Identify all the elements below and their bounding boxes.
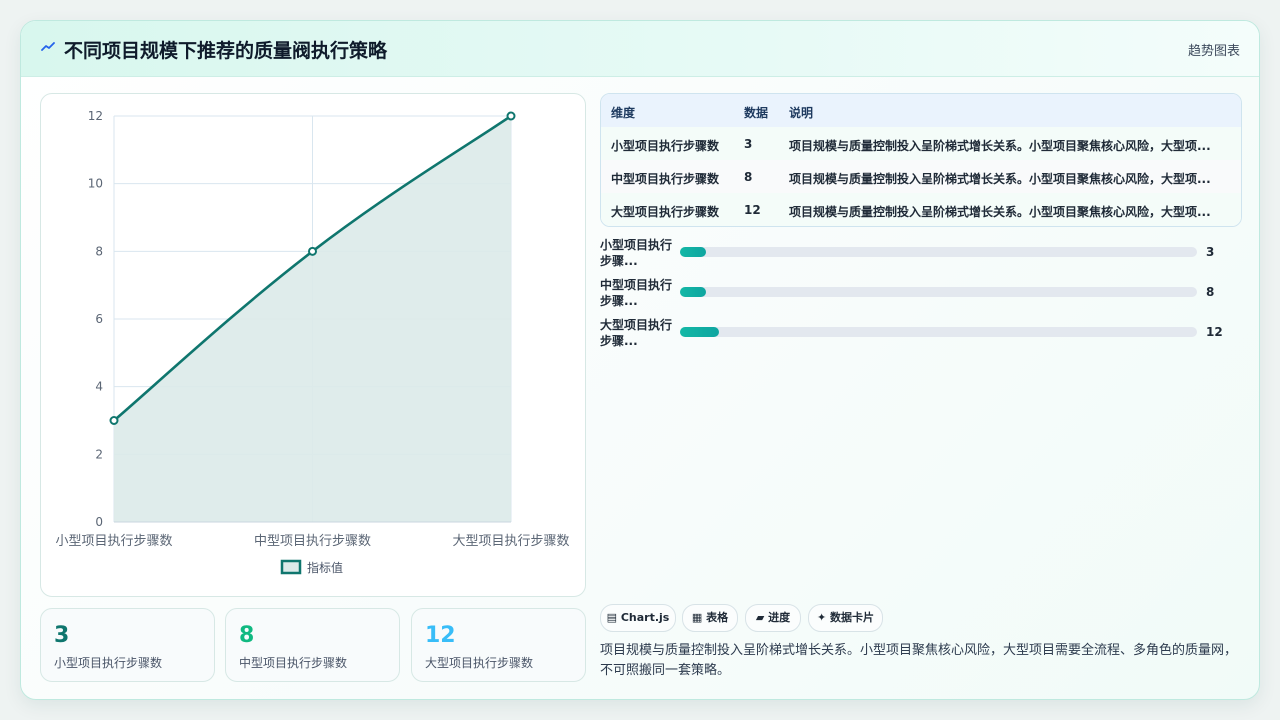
progress-track [680, 247, 1197, 257]
chip-chartjs[interactable]: ▤ Chart.js [600, 604, 676, 632]
stat-tile-small: 3 小型项目执行步骤数 [40, 608, 215, 682]
chart-type-tag: 趋势图表 [1187, 44, 1240, 59]
stat-label: 中型项目执行步骤数 [239, 656, 348, 670]
stat-value: 3 [54, 623, 70, 648]
progress-value: 3 [1206, 245, 1215, 259]
cell-data: 3 [744, 137, 753, 151]
chip-table[interactable]: ▦ 表格 [682, 604, 738, 632]
cell-data: 8 [744, 170, 753, 184]
cell-description: 项目规模与质量控制投入呈阶梯式增长关系。小型项目聚焦核心风险，大型项... [789, 172, 1211, 186]
data-point [506, 111, 516, 121]
cell-data: 12 [744, 203, 761, 217]
y-tick-label: 12 [88, 109, 103, 123]
x-tick-label: 大型项目执行步骤数 [452, 534, 569, 549]
stat-label: 小型项目执行步骤数 [54, 656, 163, 670]
legend-swatch [280, 559, 302, 575]
card-header: 不同项目规模下推荐的质量阀执行策略 趋势图表 [21, 21, 1259, 77]
chip-data-card[interactable]: ✦ 数据卡片 [808, 604, 883, 632]
progress-label: 大型项目执行步骤... [600, 318, 673, 348]
y-tick-label: 10 [88, 177, 103, 191]
table-header-row: 维度 数据 说明 [601, 94, 1241, 128]
page-title: 不同项目规模下推荐的质量阀执行策略 [64, 40, 388, 62]
stat-value: 12 [425, 623, 456, 648]
stat-value: 8 [239, 623, 255, 648]
progress-track [680, 327, 1197, 337]
data-table: 维度 数据 说明 小型项目执行步骤数 3 项目规模与质量控制投入呈阶梯式增长关系… [600, 93, 1242, 227]
column-header-dimension: 维度 [611, 106, 636, 120]
x-tick-label: 中型项目执行步骤数 [254, 534, 371, 549]
table-row: 中型项目执行步骤数 8 项目规模与质量控制投入呈阶梯式增长关系。小型项目聚焦核心… [601, 160, 1241, 194]
progress-track [680, 287, 1197, 297]
legend-label: 指标值 [307, 560, 343, 575]
chart-canvas: 0 2 4 6 8 10 12 小型项目执行步骤数 中型项目执行步骤数 大型项目执行步骤数指标值 [55, 109, 569, 575]
y-tick-label: 4 [95, 380, 103, 394]
column-header-data: 数据 [744, 106, 769, 120]
cell-dimension: 大型项目执行步骤数 [611, 205, 720, 219]
progress-value: 8 [1206, 285, 1215, 299]
progress-value: 12 [1206, 325, 1223, 339]
y-tick-label: 0 [95, 515, 103, 529]
cell-dimension: 中型项目执行步骤数 [611, 172, 720, 186]
summary-text: 项目规模与质量控制投入呈阶梯式增长关系。小型项目聚焦核心风险，大型项目需要全流程… [600, 643, 1238, 678]
progress-row: 大型项目执行步骤... 12 [600, 317, 1240, 351]
column-header-description: 说明 [789, 106, 814, 120]
progress-fill [680, 247, 706, 257]
y-tick-label: 8 [95, 244, 103, 258]
table-row: 小型项目执行步骤数 3 项目规模与质量控制投入呈阶梯式增长关系。小型项目聚焦核心… [601, 127, 1241, 161]
progress-fill [680, 287, 706, 297]
progress-row: 小型项目执行步骤... 3 [600, 237, 1240, 271]
table-row: 大型项目执行步骤数 12 项目规模与质量控制投入呈阶梯式增长关系。小型项目聚焦核… [601, 193, 1241, 226]
x-tick-label: 小型项目执行步骤数 [55, 534, 172, 549]
line-chart: 0 2 4 6 8 10 12 小型项目执行步骤数 中型项目执行步骤数 大型项目执行步骤数指标值 [40, 93, 586, 597]
stat-tile-medium: 8 中型项目执行步骤数 [225, 608, 400, 682]
progress-label: 小型项目执行步骤... [600, 238, 673, 268]
main-card: 不同项目规模下推荐的质量阀执行策略 趋势图表 0 2 4 6 8 10 12 小型项目执行步骤… [20, 20, 1260, 700]
progress-label: 中型项目执行步骤... [600, 278, 673, 308]
stat-tile-large: 12 大型项目执行步骤数 [411, 608, 586, 682]
data-point [308, 246, 317, 256]
data-point [109, 416, 119, 425]
progress-fill [680, 327, 719, 337]
cell-description: 项目规模与质量控制投入呈阶梯式增长关系。小型项目聚焦核心风险，大型项... [789, 205, 1211, 219]
trend-icon [41, 42, 55, 51]
cell-dimension: 小型项目执行步骤数 [611, 139, 720, 153]
y-tick-label: 2 [95, 447, 103, 461]
y-tick-label: 6 [95, 312, 103, 326]
progress-row: 中型项目执行步骤... 8 [600, 277, 1240, 311]
chip-progress[interactable]: ▰ 进度 [745, 604, 801, 632]
stat-label: 大型项目执行步骤数 [425, 656, 534, 670]
cell-description: 项目规模与质量控制投入呈阶梯式增长关系。小型项目聚焦核心风险，大型项... [789, 139, 1211, 153]
